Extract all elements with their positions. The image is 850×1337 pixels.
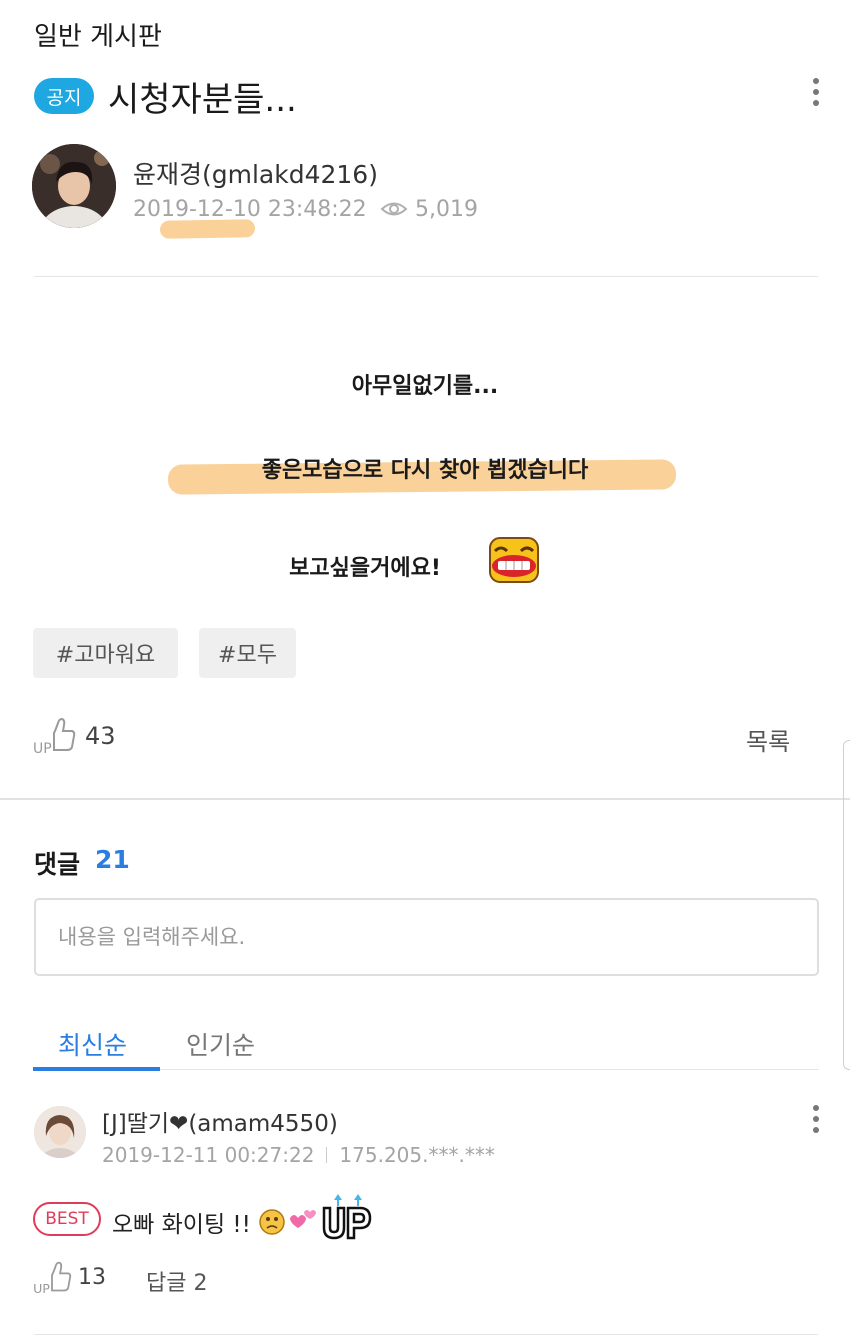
laughing-emoticon-icon (487, 535, 541, 589)
comments-count: 21 (95, 845, 130, 874)
post-date: 2019-12-10 23:48:22 (133, 197, 367, 222)
eye-icon (380, 198, 408, 224)
author-avatar[interactable] (32, 144, 116, 228)
board-name: 일반 게시판 (34, 22, 162, 52)
comment-text: 오빠 화이팅 !! (112, 1212, 251, 1238)
scrollbar[interactable] (843, 740, 850, 1070)
content-line-1: 아무일없기를... (351, 374, 499, 399)
comment-like-count: 13 (78, 1265, 106, 1290)
tab-latest[interactable]: 최신순 (58, 1026, 127, 1062)
more-vertical-icon (813, 1105, 819, 1111)
up-sticker-icon (256, 1188, 378, 1248)
comment-more-button[interactable] (806, 1101, 826, 1137)
divider (34, 1334, 818, 1335)
comment-date: 2019-12-11 00:27:22 (102, 1143, 315, 1167)
author-name[interactable]: 윤재경(gmlakd4216) (133, 155, 378, 191)
comment-meta: 2019-12-11 00:27:22 175.205.***.*** (102, 1143, 495, 1167)
more-vertical-icon (813, 78, 819, 84)
comment-ip: 175.205.***.*** (339, 1143, 495, 1167)
view-count: 5,019 (415, 197, 478, 222)
active-tab-indicator (33, 1067, 160, 1071)
notice-badge: 공지 (34, 78, 94, 114)
post-title: 시청자분들... (108, 80, 297, 120)
meta-separator (326, 1147, 328, 1163)
tab-popular[interactable]: 인기순 (186, 1026, 255, 1062)
tag-thanks[interactable]: #고마워요 (33, 628, 178, 678)
marker-highlight (159, 219, 256, 239)
divider (34, 276, 818, 277)
thumbs-up-icon[interactable]: UP (32, 713, 76, 761)
like-count: 43 (85, 722, 116, 750)
comments-label: 댓글 (34, 850, 81, 879)
svg-text:UP: UP (33, 741, 52, 757)
content-line-3: 보고싶을거에요! (289, 556, 441, 581)
svg-text:UP: UP (33, 1281, 50, 1295)
tag-everyone[interactable]: #모두 (199, 628, 296, 678)
comment-input[interactable] (34, 898, 819, 976)
content-line-2: 좋은모습으로 다시 찾아 뵙겠습니다 (261, 458, 589, 483)
thumbs-up-icon[interactable]: UP (32, 1259, 72, 1299)
reply-button[interactable]: 답글 2 (146, 1265, 207, 1297)
post-more-button[interactable] (806, 74, 826, 110)
list-button[interactable]: 목록 (746, 722, 790, 757)
section-divider (0, 798, 850, 800)
best-badge: BEST (33, 1202, 101, 1236)
comment-avatar[interactable] (34, 1106, 86, 1158)
comment-author[interactable]: [J]딸기❤(amam4550) (102, 1104, 338, 1138)
